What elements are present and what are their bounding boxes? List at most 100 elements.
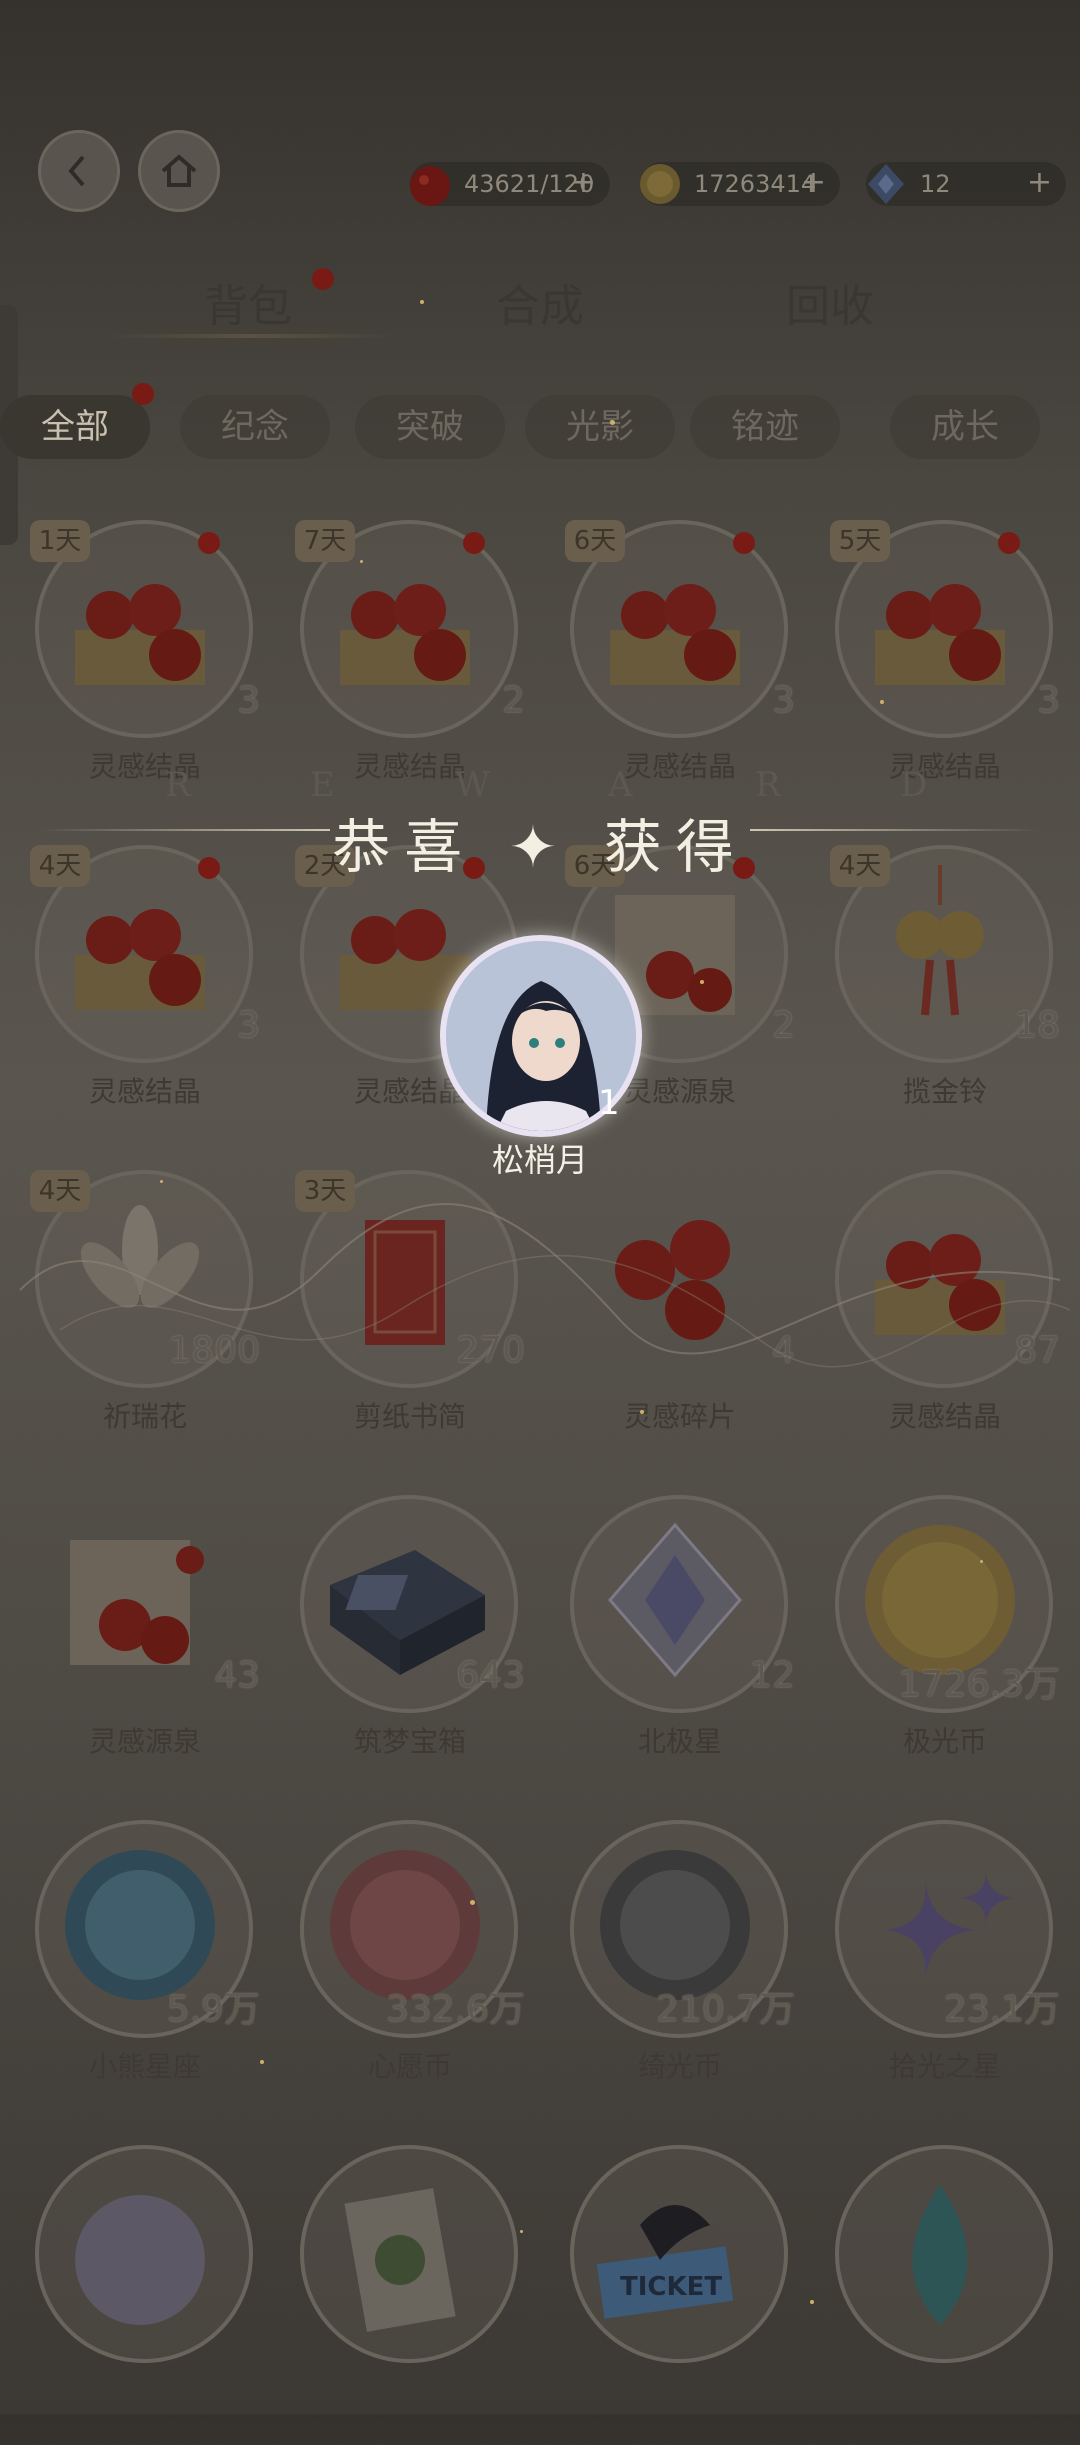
resource-star-value: 12 — [920, 170, 951, 198]
grid-item[interactable]: 4天 3 灵感结晶 — [30, 845, 260, 1145]
sparkle — [420, 300, 424, 304]
sparkle — [470, 1900, 475, 1905]
sparkle — [260, 2060, 264, 2064]
main-tabs: 背包 合成 回收 — [0, 268, 1080, 340]
back-arrow-icon — [68, 155, 85, 187]
grid-item[interactable]: 5.9万 小熊星座 — [30, 1820, 260, 2120]
chip-breakthrough[interactable]: 突破 — [355, 395, 505, 459]
item-name: 心愿币 — [367, 2050, 452, 2083]
item-new-badge — [463, 532, 485, 554]
apple-crate-icon — [875, 584, 1005, 685]
sparkle — [160, 1180, 163, 1183]
item-name: 极光币 — [902, 1725, 987, 1758]
reward-item-name: 松梢月 — [491, 1141, 588, 1179]
item-count: 18 — [1014, 1005, 1060, 1046]
item-count: 210.7万 — [655, 1989, 795, 2030]
sparkle — [880, 700, 884, 704]
grid-item[interactable]: 12 北极星 — [565, 1495, 795, 1795]
chip-growth[interactable]: 成长 — [890, 395, 1040, 459]
sparkle — [640, 1410, 644, 1414]
apple-crate-icon — [610, 584, 740, 685]
chip-all-badge — [132, 383, 154, 405]
item-new-badge — [198, 532, 220, 554]
apple-crate-icon — [340, 584, 470, 685]
item-count: 1726.3万 — [898, 1664, 1060, 1705]
item-timer-tag: 6天 — [565, 520, 625, 562]
sparkle — [520, 2230, 523, 2233]
grid-item[interactable]: 1726.3万 极光币 — [830, 1495, 1060, 1795]
grid-item[interactable] — [830, 2145, 1060, 2445]
item-count: 332.6万 — [385, 1989, 525, 2030]
sparkle — [360, 560, 363, 563]
sparkle — [700, 980, 704, 984]
grid-item[interactable]: 4天 18 揽金铃 — [830, 845, 1060, 1145]
item-name: 拾光之星 — [888, 2050, 1001, 2083]
apple-crate-icon — [75, 584, 205, 685]
item-count: 3 — [772, 680, 795, 721]
item-count: 3 — [1037, 680, 1060, 721]
apple-crate-icon — [75, 909, 205, 1010]
grid-item[interactable]: 332.6万 心愿币 — [295, 1820, 525, 2120]
reward-letter: R — [165, 765, 193, 805]
teal-drop-icon — [912, 2185, 968, 2325]
chip-memorial[interactable]: 纪念 — [180, 395, 330, 459]
grid-item[interactable]: 210.7万 绮光币 — [565, 1820, 795, 2120]
item-name: 揽金铃 — [902, 1075, 987, 1108]
home-icon — [161, 154, 197, 187]
resource-gold[interactable]: 17263414 + — [640, 162, 840, 206]
resource-gold-plus[interactable]: + — [801, 168, 826, 198]
top-bar: 43621/120 + 17263414 + 12 + — [0, 120, 1080, 220]
resource-apple[interactable]: 43621/120 + — [410, 162, 610, 206]
item-name: 北极星 — [637, 1725, 722, 1758]
chip-light-shadow[interactable]: 光影 — [525, 395, 675, 459]
reward-item[interactable]: 1 松梢月 — [440, 935, 642, 1185]
reward-banner: R E W A R D 恭喜 ✦ 获得 — [0, 765, 1080, 885]
filter-chips: 全部 纪念 突破 光影 铭迹 成长 — [0, 383, 1080, 465]
sparkle — [810, 2300, 814, 2304]
grid-item[interactable]: 643 筑梦宝箱 — [295, 1495, 525, 1795]
resource-gold-value: 17263414 — [694, 170, 817, 198]
golden-bell-icon — [896, 865, 984, 1016]
star-ticket-icon — [868, 164, 904, 204]
resource-star[interactable]: 12 + — [866, 162, 1066, 206]
sparkle — [610, 420, 615, 425]
grid-item[interactable]: TICKET — [565, 2145, 795, 2445]
item-timer-tag: 1天 — [30, 520, 90, 562]
item-count: 2 — [772, 1005, 795, 1046]
grid-item[interactable] — [295, 2145, 525, 2445]
item-count: 2 — [502, 680, 525, 721]
reward-item-count: 1 — [598, 1083, 620, 1123]
item-timer-tag: 7天 — [295, 520, 355, 562]
tab-synthesis[interactable]: 合成 — [440, 270, 640, 334]
reward-letter: R — [755, 765, 783, 805]
item-count: 3 — [237, 1005, 260, 1046]
item-count: 643 — [456, 1655, 525, 1696]
item-count: 43 — [214, 1655, 260, 1696]
home-button[interactable] — [138, 130, 220, 212]
item-name: 灵感结晶 — [88, 1075, 201, 1108]
item-count: 23.1万 — [943, 1989, 1060, 2030]
sparkle — [980, 1560, 983, 1563]
grid-item[interactable]: 43 灵感源泉 — [30, 1495, 260, 1795]
crystal-icon — [608, 1522, 742, 1678]
tab-backpack-badge — [312, 268, 334, 290]
reward-letter: A — [608, 765, 635, 805]
item-name: 灵感源泉 — [88, 1725, 201, 1758]
grid-item[interactable]: 23.1万 拾光之星 — [830, 1820, 1060, 2120]
chip-inscription[interactable]: 铭迹 — [690, 395, 840, 459]
plant-card-icon — [344, 2188, 456, 2332]
apple-icon — [410, 166, 450, 206]
grid-item[interactable] — [30, 2145, 260, 2445]
item-count: 5.9万 — [166, 1989, 260, 2030]
back-button[interactable] — [38, 130, 120, 212]
resource-apple-plus[interactable]: + — [571, 168, 596, 198]
chip-all[interactable]: 全部 — [0, 395, 150, 459]
item-timer-tag: 5天 — [830, 520, 890, 562]
resource-star-plus[interactable]: + — [1027, 168, 1052, 198]
item-count: 3 — [237, 680, 260, 721]
gold-coin-icon — [640, 164, 680, 204]
tab-recycle[interactable]: 回收 — [730, 270, 930, 334]
reward-letter: E — [310, 765, 337, 805]
ticket-icon: TICKET — [596, 2205, 734, 2319]
silver-medal-icon — [75, 2195, 205, 2325]
